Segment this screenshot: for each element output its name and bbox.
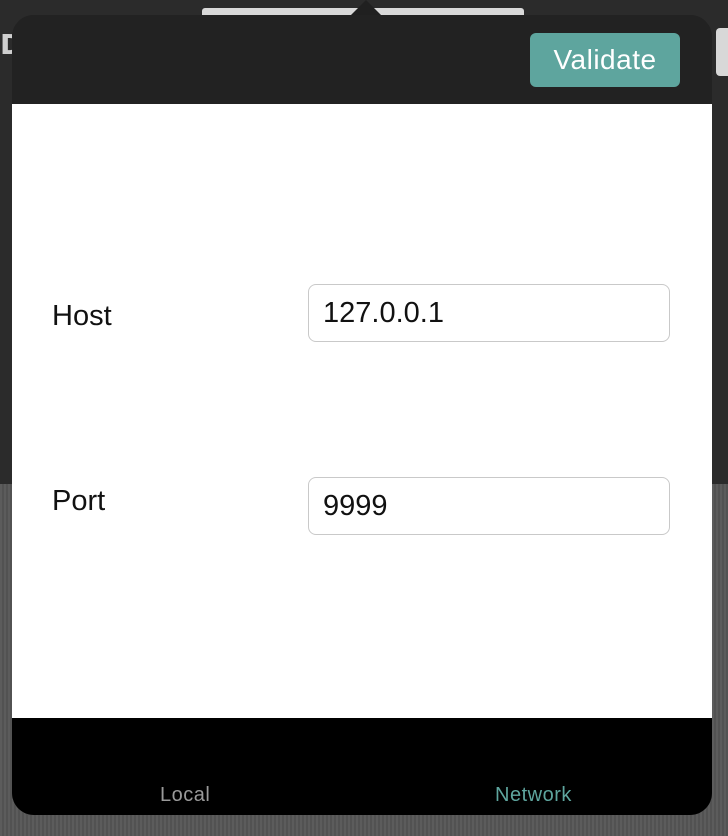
popover-nav-bar: Validate xyxy=(12,15,712,104)
background-title-fragment: D xyxy=(0,28,12,61)
settings-popover: Validate Host Port Local Network xyxy=(12,15,712,815)
port-input[interactable] xyxy=(308,477,670,535)
network-settings-form: Host Port xyxy=(12,104,712,718)
tab-local[interactable]: Local xyxy=(160,784,210,807)
host-input[interactable] xyxy=(308,284,670,342)
port-label: Port xyxy=(52,485,106,517)
host-label: Host xyxy=(52,300,112,332)
tab-network[interactable]: Network xyxy=(495,784,572,807)
validate-button[interactable]: Validate xyxy=(530,33,680,87)
tab-bar: Local Network xyxy=(12,718,712,815)
popover-arrow xyxy=(350,0,382,16)
background-side-button xyxy=(716,28,728,76)
